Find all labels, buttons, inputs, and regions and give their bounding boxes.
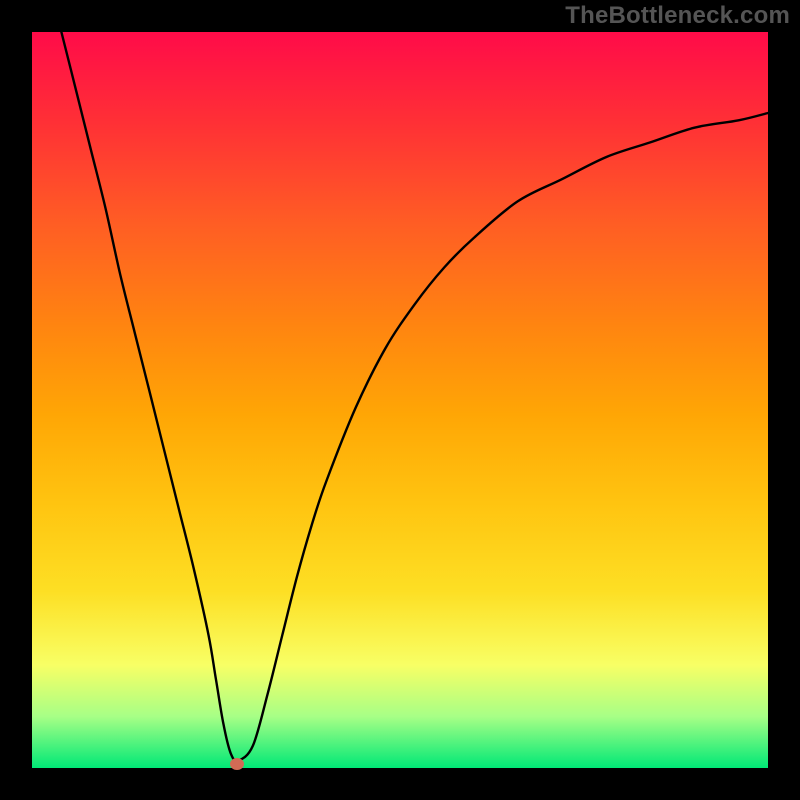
plot-area (32, 32, 768, 768)
optimum-marker (230, 758, 244, 770)
bottleneck-curve (32, 32, 768, 768)
chart-frame: TheBottleneck.com (0, 0, 800, 800)
watermark-text: TheBottleneck.com (565, 2, 790, 30)
